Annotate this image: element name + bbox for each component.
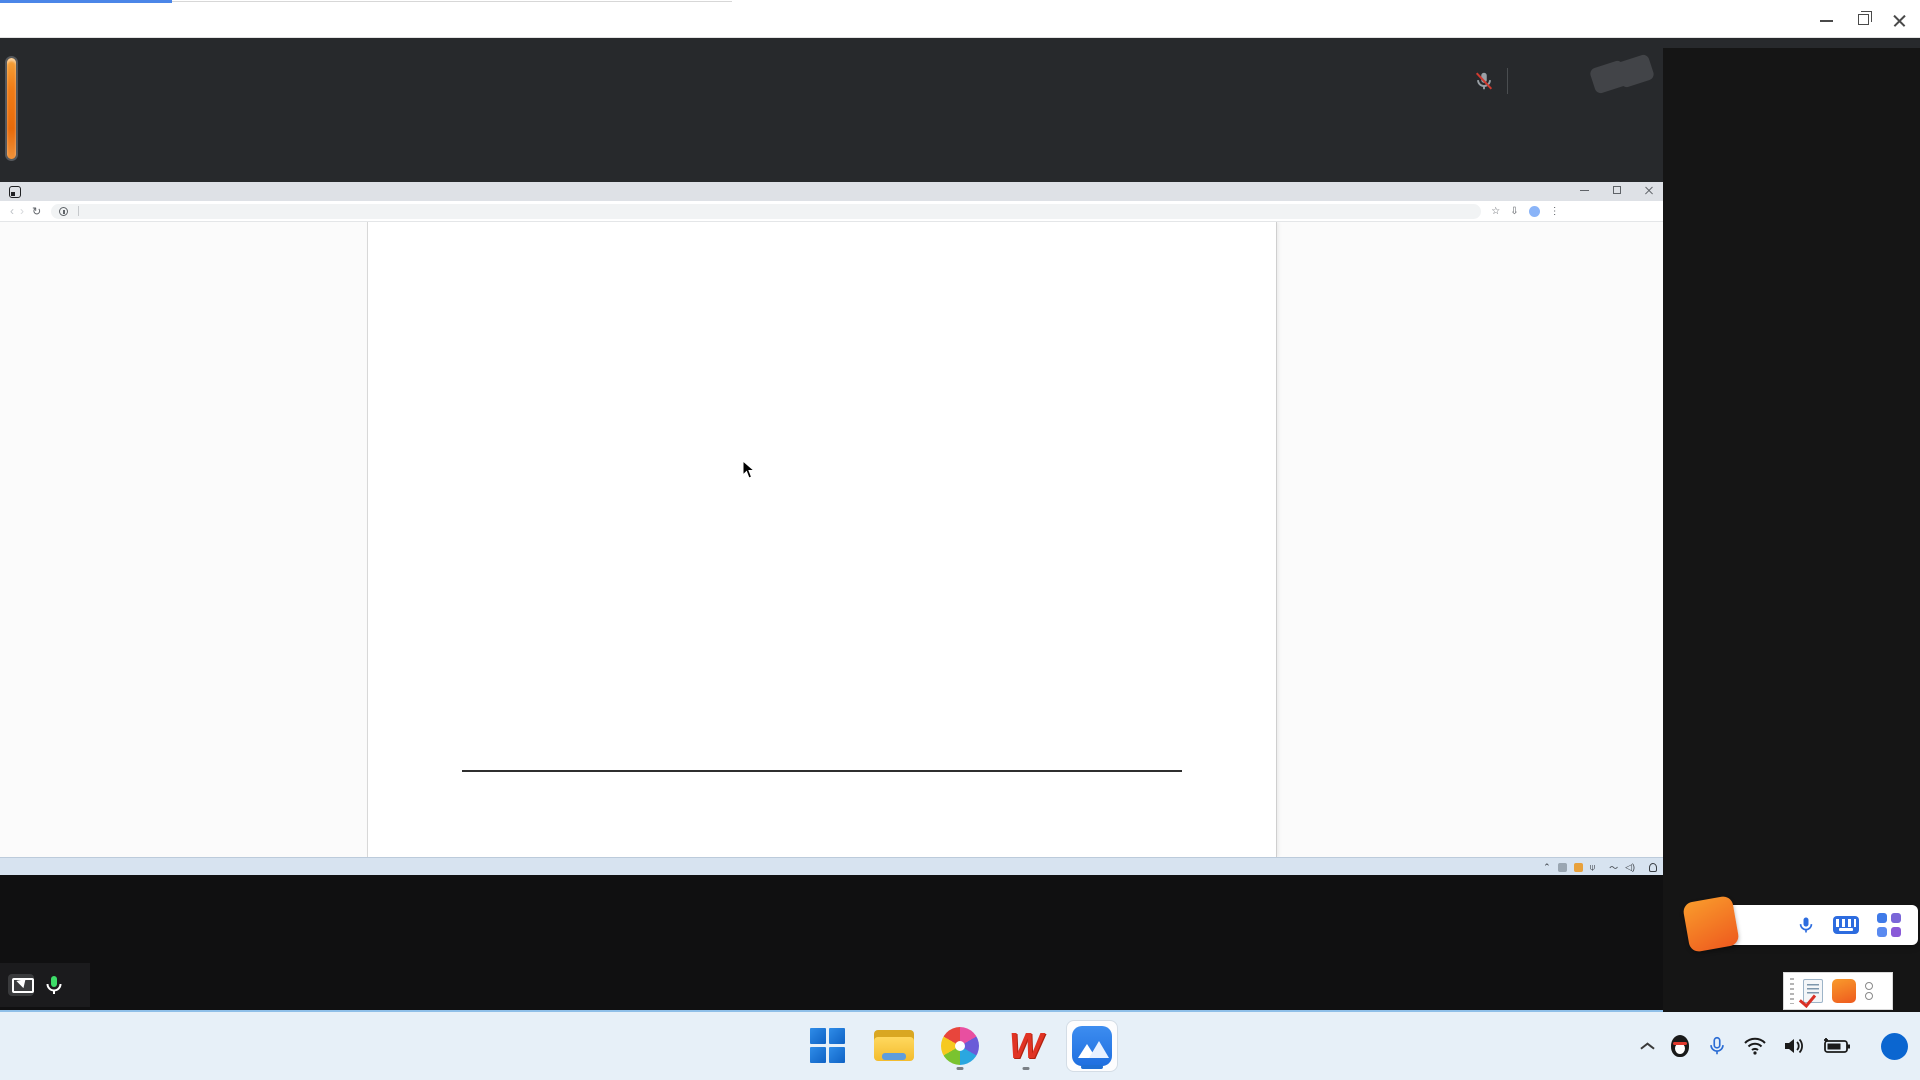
shared-screen-taskbar: ⌃ ⍦ 〜 ◁) xyxy=(0,857,1663,875)
participants-sidebar xyxy=(1663,48,1920,1012)
pinwheel-browser-icon xyxy=(941,1027,979,1065)
mouse-cursor xyxy=(742,460,756,480)
pdf-viewer[interactable] xyxy=(0,222,1663,857)
minimize-button[interactable] xyxy=(1812,12,1842,28)
sogou-tray-icon[interactable] xyxy=(1832,979,1856,1003)
folder-icon xyxy=(874,1030,914,1062)
windows-logo-icon xyxy=(810,1028,846,1064)
tencent-meeting-icon xyxy=(1072,1026,1112,1066)
back-icon[interactable]: ‹ xyxy=(10,204,14,218)
horizontal-rule xyxy=(462,770,1182,772)
ime-voice-icon[interactable] xyxy=(1796,915,1816,935)
app-titlebar xyxy=(0,0,1920,38)
notification-count-badge[interactable] xyxy=(1881,1033,1908,1060)
screen: ‹ › ↻ ☆ ⇩ ⋮ xyxy=(0,0,1920,1080)
ime-toolbar xyxy=(1700,905,1918,945)
hidden-icons-chevron[interactable]: ⌃ xyxy=(1543,862,1551,873)
browser-minimize-button[interactable] xyxy=(1577,184,1593,196)
mic-in-use-icon[interactable] xyxy=(1706,1035,1728,1057)
sogou-logo-icon[interactable] xyxy=(1682,895,1740,953)
meeting-top-strip xyxy=(0,38,1920,185)
shared-browser-window: ‹ › ↻ ☆ ⇩ ⋮ xyxy=(0,182,1663,875)
file-explorer-button[interactable] xyxy=(868,1020,920,1072)
meeting-bottom-area xyxy=(0,875,1920,1012)
meeting-watermark-icon xyxy=(1592,56,1662,98)
wps-office-button[interactable]: W xyxy=(1000,1020,1052,1072)
notes-check-icon[interactable] xyxy=(1803,979,1823,1003)
mic-live-icon xyxy=(42,973,66,997)
onedrive-icon[interactable] xyxy=(1558,863,1567,872)
volume-icon[interactable] xyxy=(1782,1036,1806,1056)
address-bar-actions: ☆ ⇩ ⋮ xyxy=(1491,206,1559,217)
ime-keyboard-icon[interactable] xyxy=(1833,916,1859,934)
profile-avatar[interactable] xyxy=(1529,206,1540,217)
menu-dots-icon[interactable]: ⋮ xyxy=(1550,206,1560,217)
clipped-tray-icon xyxy=(1865,982,1873,1000)
notification-bell-icon[interactable] xyxy=(1649,863,1657,872)
screen-share-icon xyxy=(8,974,34,996)
restore-button[interactable] xyxy=(1849,12,1879,28)
windows-taskbar: W xyxy=(0,1012,1920,1080)
taskbar-center-icons: W xyxy=(802,1012,1118,1080)
browser-address-bar: ‹ › ↻ ☆ ⇩ ⋮ xyxy=(0,201,1663,222)
forward-icon[interactable]: › xyxy=(20,204,24,218)
close-button[interactable] xyxy=(1884,12,1914,28)
page-info-icon[interactable] xyxy=(59,207,68,216)
browser-restore-button[interactable] xyxy=(1609,184,1625,196)
titlebar-hairline xyxy=(172,1,732,2)
browser-window-controls xyxy=(1577,184,1657,196)
ime-toolbox-icon[interactable] xyxy=(1877,913,1901,937)
shared-taskbar-tray: ⌃ ⍦ 〜 ◁) xyxy=(1543,858,1657,876)
mic-muted-icon xyxy=(1473,70,1495,92)
browser-close-button[interactable] xyxy=(1641,184,1657,196)
new-tab-button[interactable] xyxy=(35,183,51,199)
browser-360-button[interactable] xyxy=(934,1020,986,1072)
pdf-page xyxy=(367,222,1277,857)
battery-charging-icon[interactable] xyxy=(1821,1036,1851,1056)
volume-tray-icon[interactable]: ◁) xyxy=(1625,862,1635,873)
wifi-icon[interactable] xyxy=(1743,1036,1767,1056)
annotation-marker-tool[interactable] xyxy=(5,56,18,161)
url-field[interactable] xyxy=(51,204,1481,219)
bookmark-star-icon[interactable]: ☆ xyxy=(1491,206,1500,217)
divider xyxy=(1507,68,1508,94)
wps-w-icon: W xyxy=(1009,1028,1043,1064)
speaking-indicator xyxy=(1473,62,1520,100)
screen-share-banner xyxy=(0,963,90,1007)
drag-handle[interactable] xyxy=(1790,978,1794,1004)
taskbar-tray xyxy=(1640,1012,1908,1080)
wifi-tray-icon[interactable]: 〜 xyxy=(1609,861,1618,874)
tencent-meeting-button[interactable] xyxy=(1066,1020,1118,1072)
qq-icon[interactable] xyxy=(1669,1033,1691,1059)
refresh-icon[interactable]: ↻ xyxy=(32,205,41,218)
hidden-icons-chevron[interactable] xyxy=(1640,1042,1654,1051)
divider xyxy=(78,206,79,216)
mic-tray-icon[interactable]: ⍦ xyxy=(1590,862,1595,873)
start-button[interactable] xyxy=(802,1020,854,1072)
browser-tab-strip xyxy=(0,182,1663,201)
floating-tray-popup xyxy=(1783,972,1893,1010)
tab-search-icon[interactable] xyxy=(9,186,21,198)
titlebar-accent xyxy=(0,0,172,3)
update-icon[interactable] xyxy=(1574,863,1583,872)
download-icon[interactable]: ⇩ xyxy=(1510,206,1518,217)
